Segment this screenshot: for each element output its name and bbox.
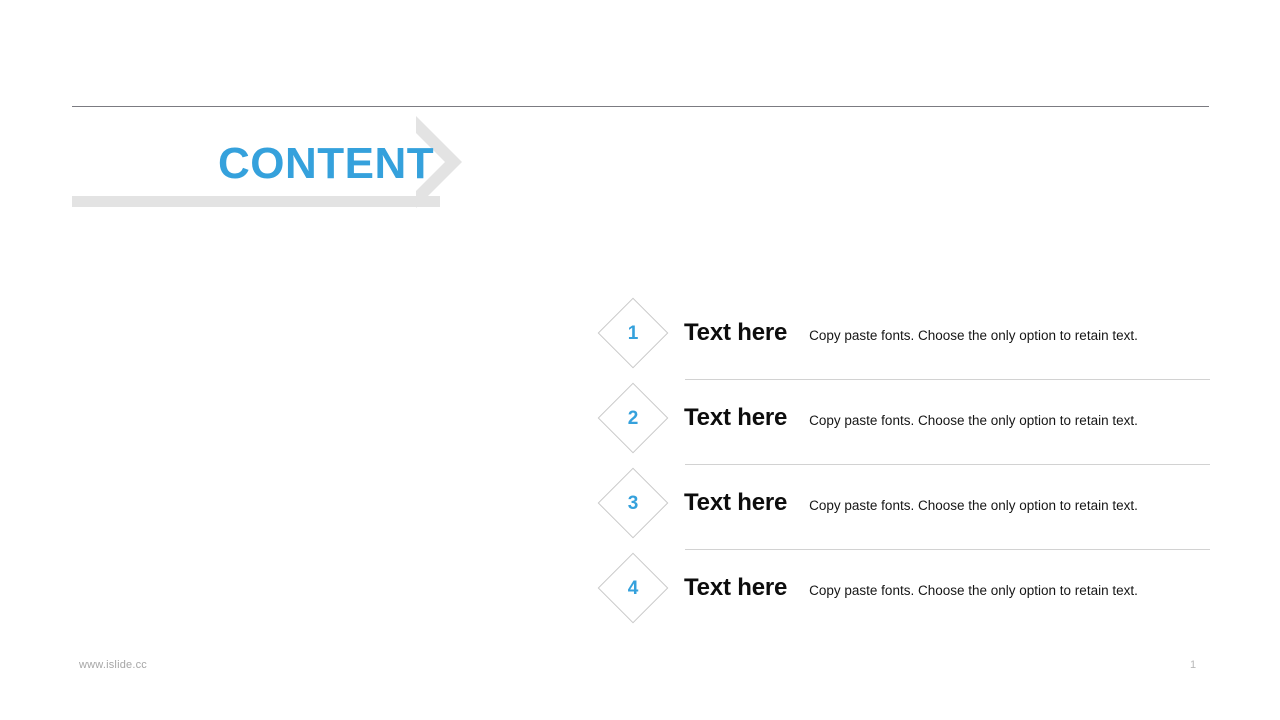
diamond-marker-icon: 3 bbox=[596, 466, 670, 540]
list-item-heading: Text here bbox=[684, 489, 788, 516]
list-item-description: Copy paste fonts. Choose the only option… bbox=[809, 412, 1138, 428]
diamond-marker-icon: 2 bbox=[596, 381, 670, 455]
list-item[interactable]: 3 Text here Copy paste fonts. Choose the… bbox=[596, 466, 1210, 551]
title-underline-bar bbox=[72, 196, 440, 207]
list-item-divider bbox=[685, 549, 1210, 550]
list-item-number: 4 bbox=[627, 577, 639, 599]
list-item-heading: Text here bbox=[684, 574, 788, 601]
list-item[interactable]: 2 Text here Copy paste fonts. Choose the… bbox=[596, 381, 1210, 466]
list-item[interactable]: 4 Text here Copy paste fonts. Choose the… bbox=[596, 551, 1210, 636]
list-item-main: 4 Text here Copy paste fonts. Choose the… bbox=[596, 551, 1210, 625]
list-item-description: Copy paste fonts. Choose the only option… bbox=[809, 327, 1138, 343]
list-item-main: 3 Text here Copy paste fonts. Choose the… bbox=[596, 466, 1210, 540]
footer-website-url[interactable]: www.islide.cc bbox=[79, 659, 147, 671]
list-item-number: 1 bbox=[627, 322, 639, 344]
list-item-main: 1 Text here Copy paste fonts. Choose the… bbox=[596, 296, 1210, 370]
list-item-number: 3 bbox=[627, 492, 639, 514]
slide-header: CONTENT bbox=[0, 116, 1280, 212]
diamond-marker-icon: 1 bbox=[596, 296, 670, 370]
slide-canvas: CONTENT 1 Text here Copy paste fonts. Ch… bbox=[0, 0, 1280, 720]
list-item-heading: Text here bbox=[684, 404, 788, 431]
list-item-heading: Text here bbox=[684, 319, 788, 346]
list-item-divider bbox=[685, 379, 1210, 380]
footer-page-number: 1 bbox=[1190, 659, 1197, 671]
diamond-marker-icon: 4 bbox=[596, 551, 670, 625]
list-item[interactable]: 1 Text here Copy paste fonts. Choose the… bbox=[596, 296, 1210, 381]
list-item-description: Copy paste fonts. Choose the only option… bbox=[809, 582, 1138, 598]
list-item-main: 2 Text here Copy paste fonts. Choose the… bbox=[596, 381, 1210, 455]
list-item-description: Copy paste fonts. Choose the only option… bbox=[809, 497, 1138, 513]
page-title: CONTENT bbox=[218, 139, 435, 188]
list-item-divider bbox=[685, 464, 1210, 465]
header-divider-rule bbox=[72, 106, 1209, 107]
content-list: 1 Text here Copy paste fonts. Choose the… bbox=[596, 296, 1210, 636]
list-item-number: 2 bbox=[627, 407, 639, 429]
